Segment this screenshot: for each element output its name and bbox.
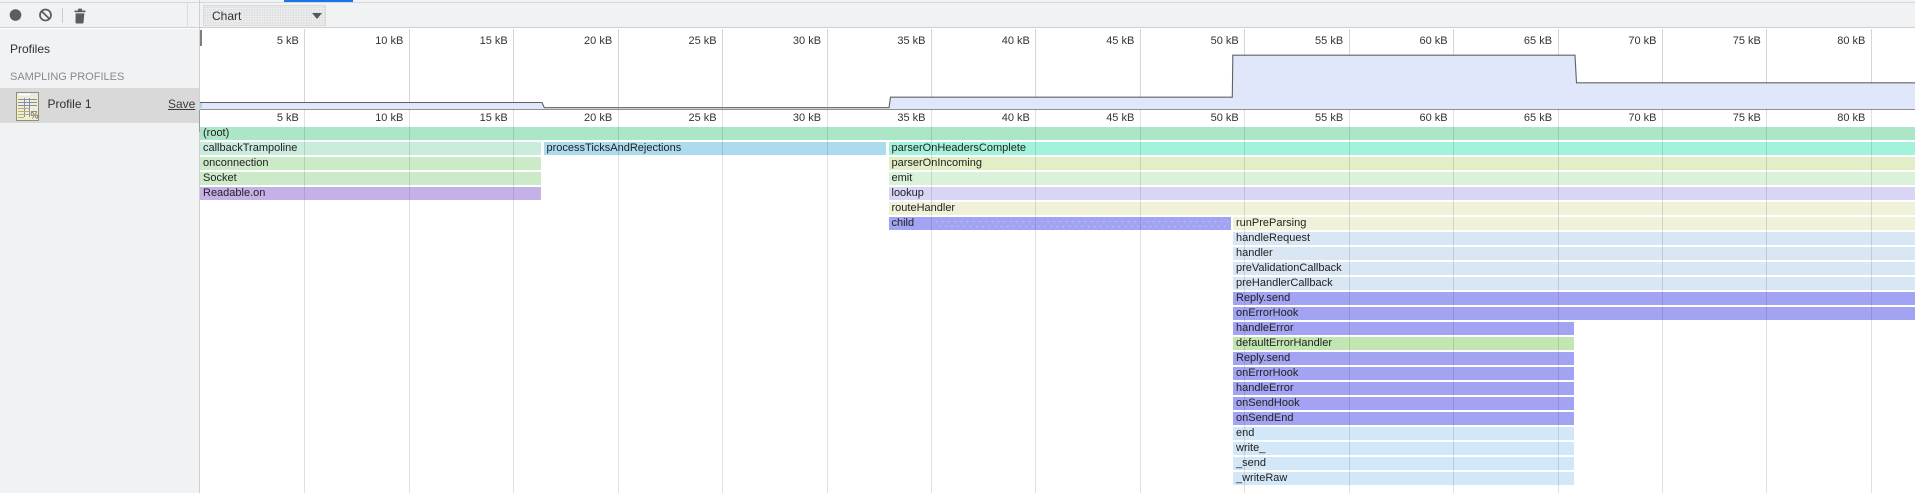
svg-text:%: % — [31, 111, 39, 121]
